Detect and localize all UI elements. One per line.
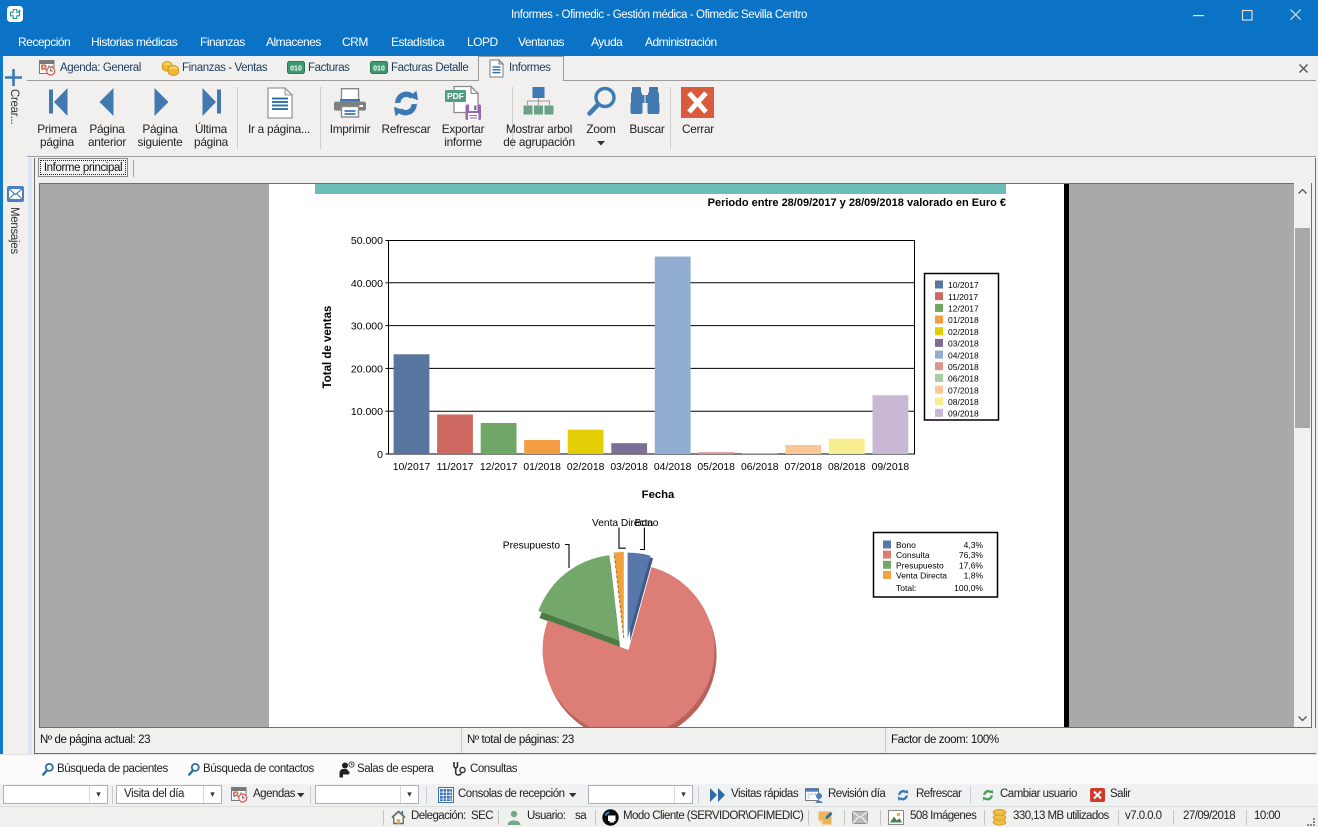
svg-text:50.000: 50.000 (351, 235, 383, 247)
svg-text:Venta Directa: Venta Directa (896, 570, 947, 580)
svg-text:11/2017: 11/2017 (948, 292, 978, 302)
svg-text:04/2018: 04/2018 (948, 350, 979, 360)
svg-text:05/2018: 05/2018 (948, 362, 979, 372)
svg-text:02/2018: 02/2018 (567, 462, 605, 473)
svg-text:Presupuesto: Presupuesto (896, 560, 944, 570)
svg-text:01/2018: 01/2018 (948, 315, 979, 325)
svg-text:10.000: 10.000 (351, 406, 383, 418)
svg-text:40.000: 40.000 (351, 278, 383, 290)
svg-text:02/2018: 02/2018 (948, 327, 979, 337)
svg-text:12/2017: 12/2017 (948, 304, 979, 314)
svg-text:11/2017: 11/2017 (437, 462, 474, 473)
svg-text:010: 010 (373, 66, 385, 73)
svg-text:1,8%: 1,8% (964, 570, 984, 580)
svg-text:12/2017: 12/2017 (480, 462, 518, 473)
svg-text:03/2018: 03/2018 (948, 339, 979, 349)
svg-text:4,3%: 4,3% (964, 540, 984, 550)
svg-text:Fecha: Fecha (642, 489, 675, 501)
svg-text:Bono: Bono (896, 540, 916, 550)
svg-text:10/2017: 10/2017 (393, 462, 431, 473)
svg-text:76,3%: 76,3% (959, 550, 984, 560)
svg-text:20.000: 20.000 (351, 363, 383, 375)
svg-text:01/2018: 01/2018 (523, 462, 561, 473)
svg-text:06/2018: 06/2018 (948, 374, 979, 384)
svg-text:Total de ventas: Total de ventas (322, 306, 334, 389)
svg-text:08/2018: 08/2018 (828, 462, 866, 473)
svg-text:17,6%: 17,6% (959, 560, 984, 570)
svg-text:05/2018: 05/2018 (697, 462, 735, 473)
svg-text:PDF: PDF (447, 91, 464, 101)
svg-text:Total:: Total: (896, 583, 916, 593)
svg-text:Periodo entre 28/09/2017 y 28/: Periodo entre 28/09/2017 y 28/09/2018 va… (708, 197, 1006, 209)
svg-text:07/2018: 07/2018 (785, 462, 823, 473)
svg-text:010: 010 (290, 66, 302, 73)
svg-text:0: 0 (377, 449, 383, 461)
svg-text:100,0%: 100,0% (954, 583, 983, 593)
svg-text:Consulta: Consulta (896, 550, 930, 560)
svg-text:07/2018: 07/2018 (948, 385, 979, 395)
svg-text:03/2018: 03/2018 (610, 462, 648, 473)
svg-text:04/2018: 04/2018 (654, 462, 692, 473)
svg-text:30.000: 30.000 (351, 321, 383, 333)
svg-text:10/2017: 10/2017 (948, 280, 979, 290)
svg-text:Bono: Bono (635, 518, 659, 529)
svg-text:09/2018: 09/2018 (872, 462, 910, 473)
svg-text:09/2018: 09/2018 (948, 409, 979, 419)
svg-text:Presupuesto: Presupuesto (503, 541, 561, 552)
svg-text:06/2018: 06/2018 (741, 462, 779, 473)
svg-text:08/2018: 08/2018 (948, 397, 979, 407)
